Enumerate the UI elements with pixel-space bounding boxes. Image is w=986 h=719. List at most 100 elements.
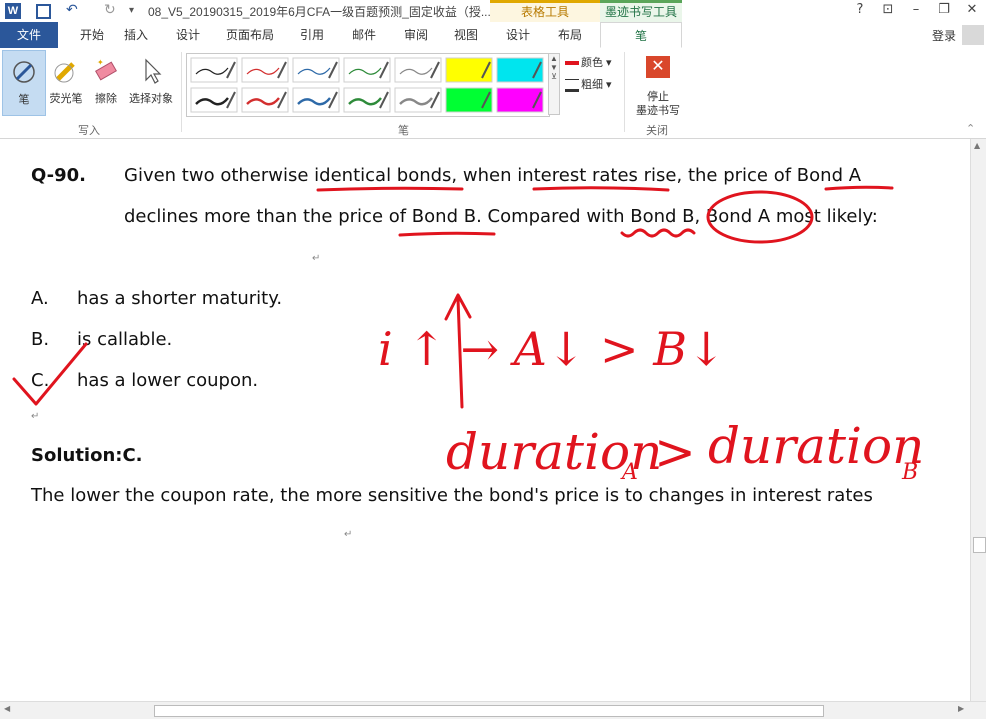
pen-swatches <box>190 57 544 113</box>
pen-swatch[interactable] <box>241 87 289 113</box>
color-icon <box>565 61 579 66</box>
horizontal-scroll-thumb[interactable] <box>154 705 824 717</box>
ink-underline-bond-b <box>398 231 496 237</box>
close-x-icon: ✕ <box>646 56 670 78</box>
vertical-scrollbar[interactable]: ▲ <box>970 139 986 701</box>
group-label-pen: 笔 <box>398 125 409 137</box>
title-bar: W ↶ ↻ ▾ 08_V5_20190315_2019年6月CFA一级百题预测_… <box>0 0 986 22</box>
redo-icon[interactable]: ↻ <box>104 3 120 19</box>
pen-swatch[interactable] <box>292 57 340 83</box>
pen-swatch[interactable] <box>496 57 544 83</box>
question-line-2: declines more than the price of Bond B. … <box>124 206 878 227</box>
tab-file[interactable]: 文件 <box>0 22 58 48</box>
ribbon-pen: 笔 荧光笔 ✦ 擦除 选择对象 写入 ▲ ▼ ⊻ 笔 颜色 ▾ 粗细 ▾ ✕ 停止 … <box>0 48 986 139</box>
horizontal-scrollbar[interactable]: ◀ ▶ <box>0 701 986 719</box>
ink-subscript-a: A <box>620 460 638 485</box>
question-line-1: Given two otherwise identical bonds, whe… <box>124 165 862 186</box>
close-button[interactable]: ✕ <box>960 2 984 17</box>
tab-pen[interactable]: 笔 <box>600 22 682 48</box>
svg-text:✦: ✦ <box>97 58 104 67</box>
pen-icon <box>13 61 35 83</box>
option-b-letter: B. <box>31 329 50 350</box>
highlighter-icon <box>54 62 75 83</box>
eraser-tool-button[interactable]: ✦ 擦除 <box>84 50 128 116</box>
tab-table-layout[interactable]: 布局 <box>552 22 588 48</box>
pen-swatch[interactable] <box>394 57 442 83</box>
eraser-tool-label: 擦除 <box>95 93 117 105</box>
pen-swatch[interactable] <box>190 57 238 83</box>
stop-inking-button[interactable]: ✕ 停止 墨迹书写 <box>628 52 688 118</box>
select-objects-label: 选择对象 <box>129 93 173 105</box>
tab-view[interactable]: 视图 <box>448 22 484 48</box>
quick-access-dropdown-icon[interactable]: ▾ <box>129 3 145 19</box>
select-objects-button[interactable]: 选择对象 <box>124 50 178 116</box>
collapse-ribbon-icon[interactable]: ⌃ <box>966 122 975 135</box>
scroll-up-icon[interactable]: ▲ <box>974 141 980 150</box>
tab-design[interactable]: 设计 <box>170 22 206 48</box>
pen-thickness-label: 粗细 <box>581 79 603 91</box>
pen-swatch[interactable] <box>343 87 391 113</box>
ink-wavy-bond-b <box>620 228 696 238</box>
ribbon-tabs: 文件 开始 插入 设计 页面布局 引用 邮件 审阅 视图 设计 布局 笔 登录 <box>0 22 986 49</box>
ribbon-display-button[interactable]: ⊡ <box>876 2 900 17</box>
pen-color-dropdown[interactable]: 颜色 ▾ <box>565 54 612 70</box>
paragraph-mark: ↵ <box>344 529 353 540</box>
save-icon[interactable] <box>36 4 51 19</box>
ink-up-arrow <box>444 293 472 409</box>
scroll-left-icon[interactable]: ◀ <box>4 704 10 713</box>
eraser-icon: ✦ <box>95 58 117 81</box>
option-c-text: has a lower coupon. <box>77 370 259 391</box>
group-label-write: 写入 <box>78 125 100 137</box>
group-separator <box>624 52 625 132</box>
undo-icon[interactable]: ↶ <box>66 3 82 19</box>
option-b-text: is callable. <box>77 329 173 350</box>
maximize-button[interactable]: ❐ <box>932 2 956 17</box>
pen-swatch[interactable] <box>394 87 442 113</box>
pen-swatch[interactable] <box>445 57 493 83</box>
thickness-icon <box>565 78 579 92</box>
tab-page-layout[interactable]: 页面布局 <box>222 22 278 48</box>
tab-insert[interactable]: 插入 <box>118 22 154 48</box>
ink-underline-interest-rates <box>532 186 670 192</box>
gallery-scroll[interactable]: ▲ ▼ ⊻ <box>548 53 560 115</box>
highlighter-tool-button[interactable]: 荧光笔 <box>44 50 88 116</box>
pen-swatch[interactable] <box>241 57 289 83</box>
pen-swatch[interactable] <box>292 87 340 113</box>
cursor-arrow-icon <box>145 58 162 84</box>
ink-underline-bond-a <box>824 185 894 191</box>
sign-in-link[interactable]: 登录 <box>932 27 956 44</box>
ink-underline-identical-bonds <box>316 186 464 192</box>
option-a-text: has a shorter maturity. <box>77 288 283 309</box>
tab-home[interactable]: 开始 <box>72 22 112 48</box>
paragraph-mark: ↵ <box>312 253 321 264</box>
option-c-letter: C. <box>31 370 50 391</box>
tab-table-design[interactable]: 设计 <box>500 22 536 48</box>
ink-subscript-b: B <box>901 460 918 485</box>
pen-swatch[interactable] <box>496 87 544 113</box>
ink-duration-a: duration <box>446 423 662 481</box>
help-button[interactable]: ? <box>848 2 872 17</box>
tab-references[interactable]: 引用 <box>294 22 330 48</box>
pen-swatch[interactable] <box>343 57 391 83</box>
pen-style-gallery <box>186 53 550 117</box>
pen-thickness-dropdown[interactable]: 粗细 ▾ <box>565 76 612 92</box>
minimize-button[interactable]: – <box>904 2 928 17</box>
tab-review[interactable]: 审阅 <box>398 22 434 48</box>
ink-line-1: i ↑ → A↓ > B↓ <box>378 322 726 376</box>
scroll-right-icon[interactable]: ▶ <box>958 704 964 713</box>
highlighter-tool-label: 荧光笔 <box>49 93 83 105</box>
avatar[interactable] <box>962 25 984 45</box>
solution-text: The lower the coupon rate, the more sens… <box>31 485 873 506</box>
document-title: 08_V5_20190315_2019年6月CFA一级百题预测_固定收益（授..… <box>148 5 491 19</box>
context-tab-table-tools: 表格工具 <box>490 0 600 22</box>
solution-label: Solution:C. <box>31 445 143 466</box>
pen-tool-label: 笔 <box>18 94 30 106</box>
tab-mailings[interactable]: 邮件 <box>346 22 382 48</box>
pen-swatch[interactable] <box>190 87 238 113</box>
word-app-icon[interactable]: W <box>5 3 21 19</box>
group-label-close: 关闭 <box>646 125 668 137</box>
pen-tool-button[interactable]: 笔 <box>2 50 46 116</box>
pen-swatch[interactable] <box>445 87 493 113</box>
document-page[interactable]: Q-90. Given two otherwise identical bond… <box>0 139 970 701</box>
vertical-scroll-thumb[interactable] <box>973 537 986 553</box>
